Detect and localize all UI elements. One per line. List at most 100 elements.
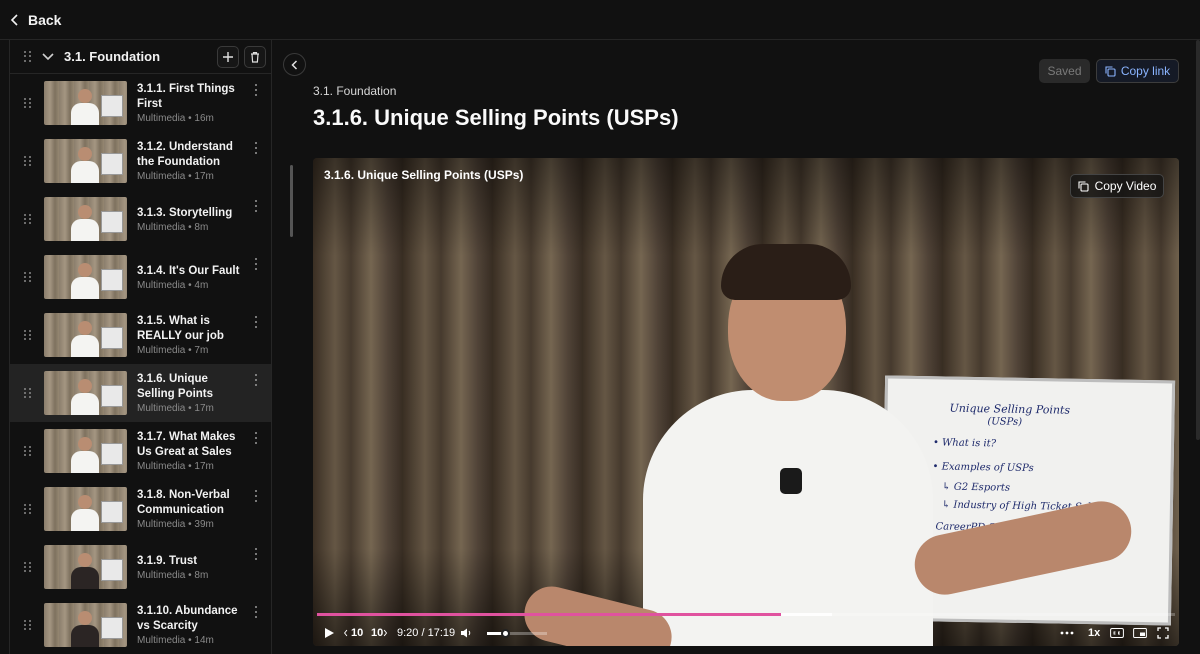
drag-handle-icon[interactable] <box>24 503 32 515</box>
lesson-text: 3.1.9. Trust Multimedia • 8m <box>137 554 243 581</box>
volume-button[interactable] <box>460 627 472 639</box>
drag-handle-icon[interactable] <box>24 445 32 457</box>
lesson-meta: Multimedia • 14m <box>137 635 214 646</box>
drag-handle-icon[interactable] <box>24 561 32 573</box>
progress-played <box>317 613 782 616</box>
drag-handle-icon[interactable] <box>24 329 32 341</box>
captions-button[interactable] <box>1110 627 1124 639</box>
back-button[interactable]: Back <box>10 12 61 28</box>
lesson-item[interactable]: 3.1.3. Storytelling Multimedia • 8m <box>10 190 271 248</box>
lesson-title: 3.1.2. Understand the Foundation of... <box>137 141 233 168</box>
section-header[interactable]: 3.1. Foundation <box>10 40 271 74</box>
page-scrollbar[interactable] <box>1196 40 1200 440</box>
lesson-meta: Multimedia • 7m <box>137 345 209 356</box>
lesson-thumbnail[interactable] <box>44 603 127 647</box>
presenter <box>643 390 933 646</box>
more-vertical-icon[interactable] <box>255 548 259 560</box>
lesson-text: 3.1.7. What Makes Us Great at Sales Multi… <box>137 430 243 472</box>
drag-handle-icon[interactable] <box>24 387 32 399</box>
picture-in-picture-button[interactable] <box>1133 627 1147 639</box>
more-vertical-icon[interactable] <box>255 316 259 328</box>
copy-link-label: Copy link <box>1120 64 1171 78</box>
copy-video-button[interactable]: Copy Video <box>1070 174 1164 198</box>
lesson-item[interactable]: 3.1.2. Understand the Foundation of... Mu… <box>10 132 271 190</box>
lesson-text: 3.1.5. What is REALLY our job Multimedia … <box>137 314 243 356</box>
video-player[interactable]: 3.1.6. Unique Selling Points (USPs) Copy… <box>313 158 1179 646</box>
add-lesson-button[interactable] <box>217 45 239 68</box>
drag-handle-icon[interactable] <box>24 619 32 631</box>
drag-handle-icon[interactable] <box>24 97 32 109</box>
lesson-item[interactable]: 3.1.7. What Makes Us Great at Sales Multi… <box>10 422 271 480</box>
video-title: 3.1.6. Unique Selling Points (USPs) <box>324 168 524 182</box>
fullscreen-button[interactable] <box>1157 627 1169 639</box>
volume-knob[interactable] <box>501 629 510 638</box>
lesson-text: 3.1.6. Unique Selling Points (USPs) Multi… <box>137 372 243 414</box>
whiteboard-line: • Examples of USPs <box>932 461 1034 475</box>
lesson-item[interactable]: 3.1.8. Non-Verbal Communication Multimedi… <box>10 480 271 538</box>
lesson-title: 3.1.4. It's Our Fault <box>137 264 240 277</box>
drag-handle-icon[interactable] <box>24 155 32 167</box>
more-vertical-icon[interactable] <box>255 84 259 96</box>
lesson-item[interactable]: 3.1.1. First Things First Multimedia • 16… <box>10 74 271 132</box>
forward-10-button[interactable]: 10 <box>371 627 390 639</box>
lesson-title: 3.1.10. Abundance vs Scarcity <box>137 605 238 632</box>
lesson-thumbnail[interactable] <box>44 429 127 473</box>
lesson-item[interactable]: 3.1.4. It's Our Fault Multimedia • 4m <box>10 248 271 306</box>
play-icon <box>325 628 334 638</box>
more-horizontal-icon <box>1060 631 1074 635</box>
page-title: 3.1.6. Unique Selling Points (USPs) <box>313 105 679 130</box>
lesson-thumbnail[interactable] <box>44 197 127 241</box>
playback-speed-button[interactable]: 1x <box>1088 627 1100 639</box>
lesson-item[interactable]: 3.1.6. Unique Selling Points (USPs) Multi… <box>10 364 271 422</box>
drag-handle-icon[interactable] <box>24 51 32 62</box>
lesson-title: 3.1.5. What is REALLY our job <box>137 315 224 342</box>
rewind-10-button[interactable]: 10 <box>344 627 363 639</box>
lesson-item[interactable]: 3.1.10. Abundance vs Scarcity Multimedia … <box>10 596 271 654</box>
lesson-meta: Multimedia • 39m <box>137 519 214 530</box>
lesson-thumbnail[interactable] <box>44 255 127 299</box>
lesson-meta: Multimedia • 8m <box>137 221 209 233</box>
rewind-label: 10 <box>351 627 364 639</box>
lesson-thumbnail[interactable] <box>44 81 127 125</box>
captions-icon <box>1110 628 1124 638</box>
more-vertical-icon[interactable] <box>255 258 259 270</box>
top-bar: Back <box>0 0 1200 40</box>
more-vertical-icon[interactable] <box>255 374 259 386</box>
more-options-button[interactable] <box>1060 627 1074 639</box>
collapse-sidebar-button[interactable] <box>283 53 306 76</box>
breadcrumb[interactable]: 3.1. Foundation <box>313 84 396 98</box>
more-vertical-icon[interactable] <box>255 142 259 154</box>
lesson-thumbnail[interactable] <box>44 139 127 183</box>
lesson-thumbnail[interactable] <box>44 487 127 531</box>
whiteboard-line: Unique Selling Points <box>949 401 1071 417</box>
lesson-item[interactable]: 3.1.5. What is REALLY our job Multimedia … <box>10 306 271 364</box>
copy-link-button[interactable]: Copy link <box>1096 59 1179 83</box>
more-vertical-icon[interactable] <box>255 200 259 212</box>
more-vertical-icon[interactable] <box>255 432 259 444</box>
lesson-meta: Multimedia • 8m <box>137 569 209 581</box>
lesson-thumbnail[interactable] <box>44 545 127 589</box>
volume-slider[interactable] <box>487 629 547 638</box>
lesson-sidebar: 3.1. Foundation 3.1.1. First Things Firs… <box>9 40 272 654</box>
saved-button[interactable]: Saved <box>1039 59 1090 83</box>
lesson-item[interactable]: 3.1.9. Trust Multimedia • 8m <box>10 538 271 596</box>
presenter-hair <box>721 244 851 300</box>
lesson-list: 3.1.1. First Things First Multimedia • 16… <box>10 74 271 654</box>
forward-icon <box>384 629 388 637</box>
video-progress-bar[interactable] <box>317 613 1175 616</box>
more-vertical-icon[interactable] <box>255 490 259 502</box>
volume-icon <box>461 628 471 638</box>
lesson-thumbnail[interactable] <box>44 371 127 415</box>
whiteboard-line: ↳ G2 Esports <box>942 481 1011 494</box>
lesson-thumbnail[interactable] <box>44 313 127 357</box>
lesson-meta: Multimedia • 17m <box>137 403 214 414</box>
drag-handle-icon[interactable] <box>24 271 32 283</box>
lesson-title: 3.1.6. Unique Selling Points (USPs) <box>137 373 214 400</box>
chevron-down-icon[interactable] <box>42 52 54 61</box>
drag-handle-icon[interactable] <box>24 213 32 225</box>
lesson-text: 3.1.2. Understand the Foundation of... Mu… <box>137 140 243 182</box>
more-vertical-icon[interactable] <box>255 606 259 618</box>
delete-section-button[interactable] <box>244 45 266 68</box>
sidebar-scrollbar[interactable] <box>290 165 293 237</box>
play-button[interactable] <box>323 627 335 639</box>
